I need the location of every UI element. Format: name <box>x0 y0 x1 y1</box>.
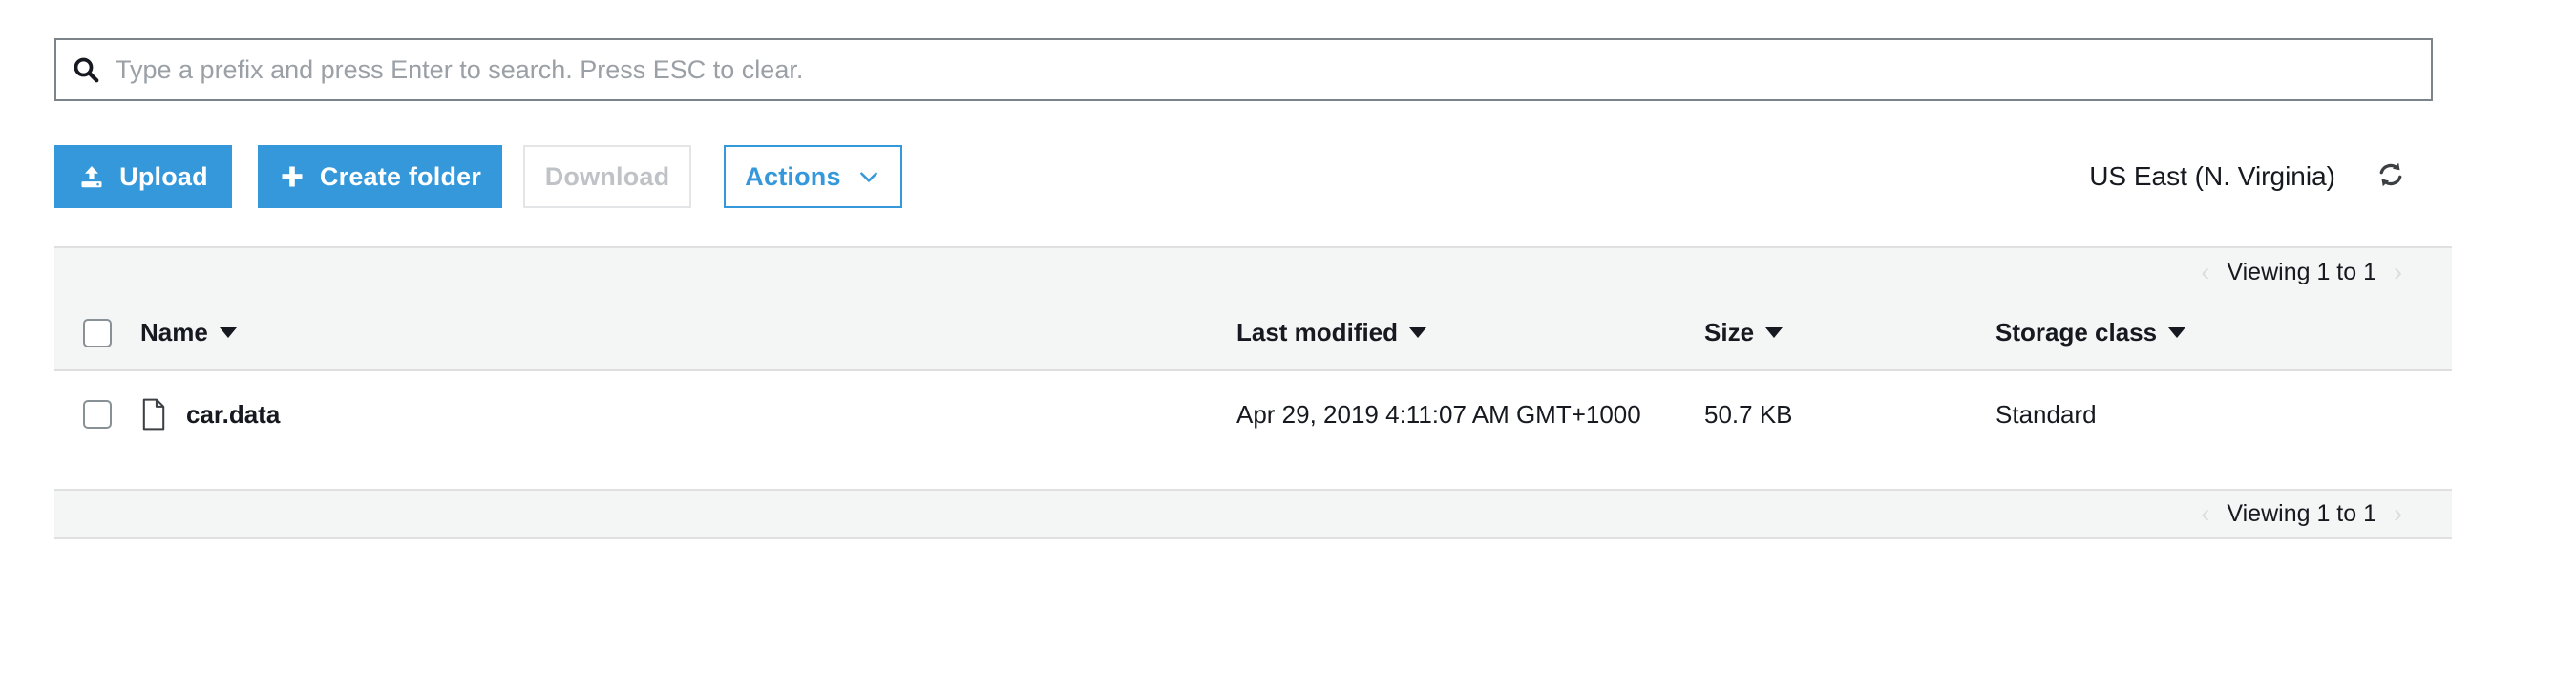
s3-object-browser: Upload Create folder Download Actions US… <box>0 0 2576 695</box>
cell-size: 50.7 KB <box>1704 399 1793 429</box>
chevron-down-icon <box>856 164 881 189</box>
region-label: US East (N. Virginia) <box>2089 161 2335 191</box>
actions-button-label: Actions <box>745 161 841 191</box>
chevron-right-icon[interactable]: › <box>2394 501 2402 527</box>
actions-button[interactable]: Actions <box>724 145 902 208</box>
column-header-size-label: Size <box>1704 318 1755 347</box>
cell-last-modified: Apr 29, 2019 4:11:07 AM GMT+1000 <box>1236 399 1641 429</box>
search-icon <box>56 55 116 84</box>
download-button[interactable]: Download <box>523 145 691 208</box>
chevron-right-icon[interactable]: › <box>2394 260 2402 285</box>
upload-button[interactable]: Upload <box>54 145 232 208</box>
object-table: ‹ Viewing 1 to 1 › Name Last modified Si… <box>54 246 2452 539</box>
row-checkbox[interactable] <box>83 400 112 429</box>
table-row: car.data Apr 29, 2019 4:11:07 AM GMT+100… <box>54 371 2452 457</box>
toolbar: Upload Create folder Download Actions US… <box>54 145 2452 210</box>
caret-down-icon <box>219 327 237 338</box>
refresh-icon <box>2376 160 2405 194</box>
column-header-name[interactable]: Name <box>140 297 237 369</box>
column-header-name-label: Name <box>140 318 208 347</box>
chevron-left-icon[interactable]: ‹ <box>2201 501 2209 527</box>
pagination-bar-bottom: ‹ Viewing 1 to 1 › <box>54 489 2452 539</box>
upload-icon <box>78 163 105 190</box>
column-header-storage-class-label: Storage class <box>1995 318 2158 347</box>
create-folder-button[interactable]: Create folder <box>258 145 502 208</box>
row-select-cell <box>54 371 140 457</box>
download-button-label: Download <box>544 161 670 191</box>
pagination-bar-top: ‹ Viewing 1 to 1 › <box>54 246 2452 297</box>
caret-down-icon <box>2168 327 2186 338</box>
refresh-button[interactable] <box>2370 145 2412 208</box>
file-name-link[interactable]: car.data <box>186 400 280 430</box>
pagination-top-label: Viewing 1 to 1 <box>2227 259 2376 285</box>
select-all-cell <box>54 297 140 369</box>
pagination-bottom-label: Viewing 1 to 1 <box>2227 500 2376 527</box>
upload-button-label: Upload <box>119 161 208 191</box>
search-input[interactable] <box>116 40 2431 99</box>
column-header-last-modified-label: Last modified <box>1236 318 1399 347</box>
cell-name: car.data <box>140 371 280 457</box>
create-folder-button-label: Create folder <box>319 161 482 191</box>
column-header-last-modified[interactable]: Last modified <box>1236 297 1427 369</box>
plus-icon <box>279 163 306 190</box>
pagination-bottom: ‹ Viewing 1 to 1 › <box>2201 500 2452 528</box>
caret-down-icon <box>1409 327 1427 338</box>
cell-storage-class: Standard <box>1995 399 2097 429</box>
chevron-left-icon[interactable]: ‹ <box>2201 260 2209 285</box>
column-header-size[interactable]: Size <box>1704 297 1784 369</box>
column-header-storage-class[interactable]: Storage class <box>1995 297 2186 369</box>
select-all-checkbox[interactable] <box>83 318 112 348</box>
caret-down-icon <box>1765 327 1784 338</box>
file-icon <box>140 398 167 431</box>
search-bar[interactable] <box>54 38 2433 101</box>
pagination-top: ‹ Viewing 1 to 1 › <box>2201 259 2452 286</box>
table-header-row: Name Last modified Size Storage class <box>54 297 2452 371</box>
